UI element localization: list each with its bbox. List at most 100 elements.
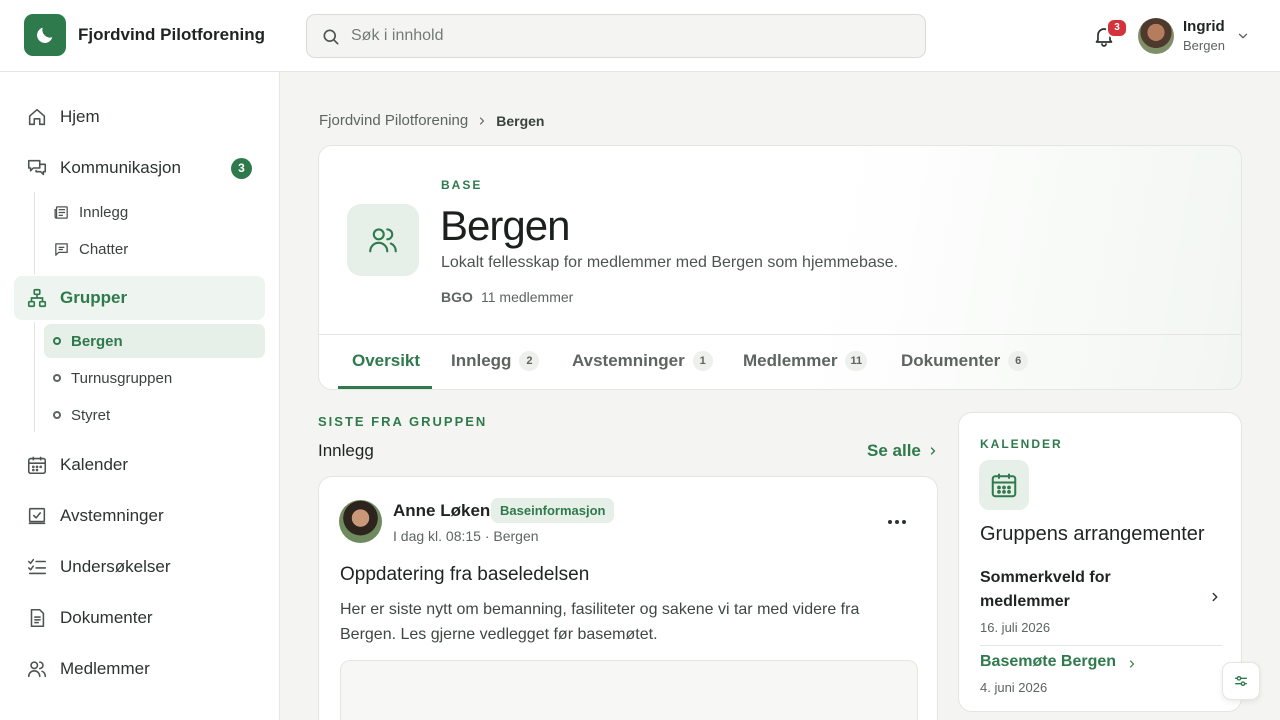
- calendar-title: Gruppens arrangementer: [980, 523, 1205, 545]
- chevron-right-icon: [1129, 660, 1135, 668]
- sidebar-item-label: Medlemmer: [60, 659, 150, 678]
- sidebar-subitem-bergen[interactable]: Bergen: [44, 324, 265, 358]
- post-title[interactable]: Oppdatering fra baseledelsen: [340, 564, 589, 586]
- sidebar-subitem-label: Chatter: [79, 241, 129, 258]
- moon-icon: [37, 27, 53, 43]
- breadcrumb-current: Bergen: [496, 112, 545, 129]
- tab-label: Oversikt: [352, 351, 421, 370]
- sidebar-item-home[interactable]: Hjem: [14, 95, 265, 139]
- sidebar-item-documents[interactable]: Dokumenter: [14, 596, 265, 640]
- chevron-right-icon: [480, 116, 485, 125]
- group-member-count: 11 medlemmer: [481, 289, 574, 305]
- sidebar-item-groups[interactable]: Grupper: [14, 276, 265, 320]
- newspaper-icon: [54, 206, 68, 219]
- user-name[interactable]: Ingrid: [1183, 18, 1225, 35]
- sidebar-item-label: Dokumenter: [60, 608, 153, 627]
- tab-count-badge: 6: [1008, 351, 1029, 371]
- checklist-icon: [27, 558, 47, 575]
- tab-posts[interactable]: Innlegg 2: [451, 351, 540, 371]
- notification-badge: 3: [1106, 18, 1128, 38]
- post-meta: I dag kl. 08:15 · Bergen: [393, 528, 539, 544]
- calendar-card: KALENDER Gruppens arrangementer Sommerkv…: [958, 412, 1242, 712]
- sidebar: Hjem Kommunikasjon 3 Innlegg Chatter Gru…: [0, 72, 280, 720]
- see-all-link[interactable]: Se alle: [867, 441, 939, 461]
- group-type-label: BASE: [441, 178, 483, 192]
- see-all-label: Se alle: [867, 441, 921, 460]
- unread-count-badge: 3: [231, 157, 252, 179]
- user-base: Bergen: [1183, 38, 1225, 53]
- tab-count-badge: 1: [692, 351, 713, 371]
- app-logo[interactable]: [24, 14, 66, 56]
- group-avatar: [347, 204, 419, 276]
- sidebar-subitem-posts[interactable]: Innlegg: [44, 195, 265, 229]
- sidebar-item-label: Kommunikasjon: [60, 158, 181, 177]
- sidebar-subitem-label: Innlegg: [79, 204, 129, 221]
- tree-line: [34, 322, 35, 432]
- sidebar-item-calendar[interactable]: Kalender: [14, 443, 265, 487]
- post-category-badge: Baseinformasjon: [491, 498, 615, 523]
- breadcrumb-root[interactable]: Fjordvind Pilotforening: [319, 112, 468, 129]
- tab-count-badge: 11: [845, 351, 868, 371]
- tree-line: [34, 192, 35, 274]
- sidebar-subitem-label: Turnusgruppen: [71, 370, 173, 387]
- sidebar-item-members[interactable]: Medlemmer: [14, 647, 265, 691]
- group-description: Lokalt fellesskap for medlemmer med Berg…: [441, 254, 899, 271]
- sidebar-subitem-board[interactable]: Styret: [44, 398, 265, 432]
- chevron-right-icon: [1212, 592, 1218, 602]
- vote-box-icon: [28, 507, 46, 525]
- sidebar-item-votes[interactable]: Avstemninger: [14, 494, 265, 538]
- tab-label: Medlemmer: [743, 351, 838, 370]
- page-title: Bergen: [440, 202, 570, 249]
- sidebar-subitem-turnus[interactable]: Turnusgruppen: [44, 361, 265, 395]
- chat-bubbles-icon: [27, 159, 47, 176]
- sidebar-subitem-chats[interactable]: Chatter: [44, 232, 265, 266]
- chevron-down-icon[interactable]: [1236, 29, 1250, 43]
- calendar-icon: [27, 456, 47, 475]
- users-icon: [369, 228, 397, 253]
- author-avatar[interactable]: [339, 500, 382, 543]
- sidebar-subitem-label: Bergen: [71, 333, 123, 350]
- bullet-icon: [53, 337, 61, 345]
- post-attachment[interactable]: [340, 660, 918, 720]
- tab-documents[interactable]: Dokumenter 6: [901, 351, 1029, 371]
- search-input[interactable]: [351, 15, 911, 57]
- post-body: Her er siste nytt om bemanning, fasilite…: [340, 601, 860, 643]
- calendar-badge: [979, 460, 1029, 510]
- sidebar-item-label: Avstemninger: [60, 506, 164, 525]
- display-settings-button[interactable]: [1222, 662, 1260, 700]
- search-box: [306, 14, 926, 58]
- sidebar-item-label: Undersøkelser: [60, 557, 171, 576]
- tab-votes[interactable]: Avstemninger 1: [572, 351, 713, 371]
- user-avatar[interactable]: [1138, 18, 1174, 54]
- more-options-icon[interactable]: [885, 510, 909, 534]
- sidebar-subitem-label: Styret: [71, 407, 111, 424]
- tab-label: Dokumenter: [901, 351, 1001, 370]
- tabs-divider: [319, 334, 1241, 335]
- sliders-icon: [1235, 676, 1247, 686]
- sidebar-item-communication[interactable]: Kommunikasjon 3: [14, 146, 265, 190]
- event-divider: [980, 645, 1222, 646]
- sidebar-item-label: Hjem: [60, 107, 100, 126]
- sidebar-item-label: Kalender: [60, 455, 129, 474]
- tab-members[interactable]: Medlemmer 11: [743, 351, 868, 371]
- tab-count-badge: 2: [519, 351, 540, 371]
- sidebar-item-label: Grupper: [60, 288, 128, 307]
- group-header-card: BASE Bergen Lokalt fellesskap for medlem…: [318, 145, 1242, 390]
- tab-overview[interactable]: Oversikt: [352, 351, 420, 371]
- tab-label: Innlegg: [451, 351, 512, 370]
- post-author[interactable]: Anne Løken: [393, 501, 490, 521]
- event-item[interactable]: Basemøte Bergen 4. juni 2026: [980, 650, 1220, 695]
- search-icon: [323, 29, 339, 45]
- message-icon: [55, 243, 68, 256]
- bullet-icon: [53, 411, 61, 419]
- event-item[interactable]: Sommerkveld for medlemmer 16. juli 2026: [980, 566, 1220, 635]
- post-card[interactable]: Anne Løken Baseinformasjon I dag kl. 08:…: [318, 476, 938, 720]
- event-name: Basemøte Bergen: [980, 653, 1117, 670]
- top-bar: Fjordvind Pilotforening 3 Ingrid Bergen: [0, 0, 1280, 72]
- group-code: BGO: [441, 289, 473, 305]
- tab-label: Avstemninger: [572, 351, 685, 370]
- hierarchy-icon: [27, 288, 47, 308]
- section-title: Innlegg: [318, 441, 374, 460]
- chevron-right-icon: [930, 447, 936, 455]
- sidebar-item-surveys[interactable]: Undersøkelser: [14, 545, 265, 589]
